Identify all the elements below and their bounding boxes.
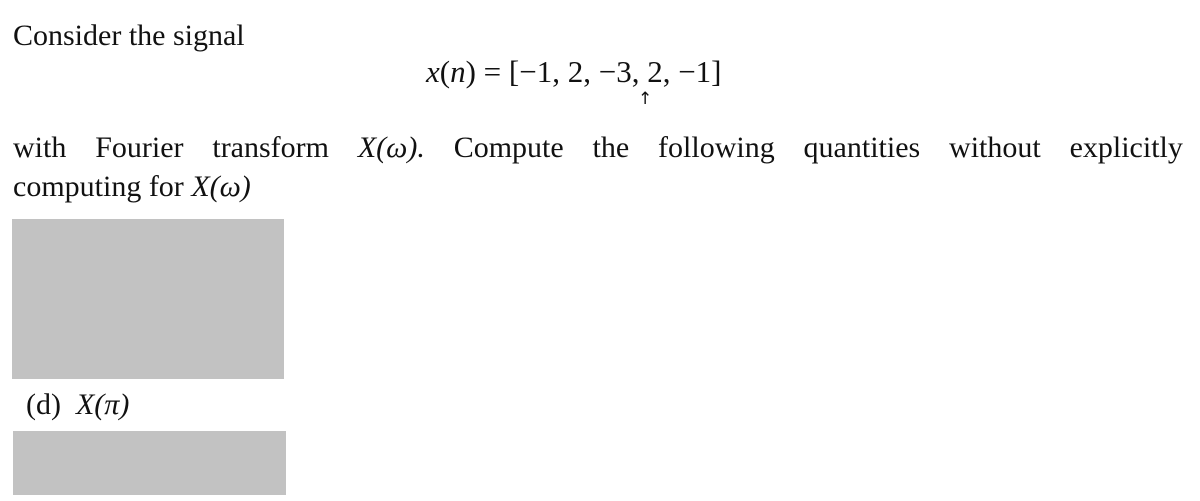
paragraph-line-1: with Fourier transform X(ω). Compute the… [13,133,1183,163]
word: Compute [453,131,564,164]
intro-text: Consider the signal [13,19,245,52]
part-d-question: (d) X(π) [26,390,129,420]
word: Fourier [95,131,184,164]
math-fourier-transform: X(ω) [191,170,251,203]
word: quantities [803,131,921,164]
word: with [13,131,67,164]
part-label: (d) [26,388,61,421]
lhs-close-paren: ) [465,54,476,89]
word: transform [212,131,329,164]
origin-arrow-icon: ↑ [638,89,653,109]
lhs-argument: n [450,54,466,89]
word: the [592,131,630,164]
word: following [658,131,775,164]
redacted-block-parts-a-c [12,219,284,379]
lhs-open-paren: ( [439,54,451,89]
paragraph-line-2: computing for X(ω) [13,172,251,202]
word: without [949,131,1041,164]
part-expression: X(π) [75,388,130,421]
math-fourier-transform: X(ω). [357,131,425,164]
redacted-block-answer-d [13,431,286,495]
lhs-variable: x [426,54,440,89]
line2-text: computing for [13,170,192,203]
equals-sign: = [475,54,509,89]
word: explicitly [1069,131,1183,164]
signal-values: [−1, 2, −3, 2, −1] [508,54,722,89]
equation-lhs: x(n) [426,54,476,89]
signal-equation: x(n) = [−1, 2, −3, 2, −1] [426,56,722,87]
